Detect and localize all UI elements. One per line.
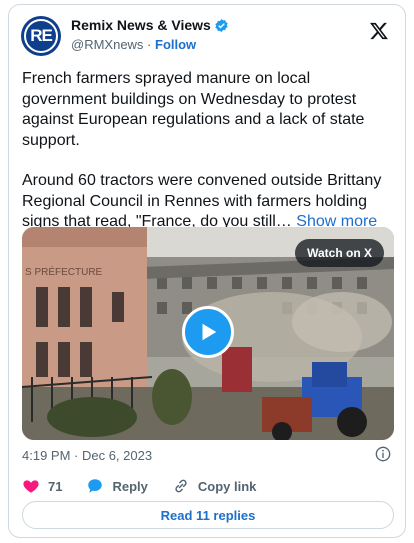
copy-link-label: Copy link [197, 478, 257, 494]
separator-dot: · [143, 37, 155, 52]
tweet-header: RE Remix News & Views @RMXnews · Follow [21, 15, 393, 57]
handle-row: @RMXnews · Follow [71, 37, 229, 52]
avatar[interactable]: RE [21, 16, 61, 56]
play-button[interactable] [182, 306, 234, 358]
display-name-row: Remix News & Views [71, 17, 229, 33]
x-logo-icon[interactable] [369, 21, 389, 41]
author-info: Remix News & Views @RMXnews · Follow [71, 17, 229, 52]
verified-badge-icon [214, 18, 229, 33]
display-name[interactable]: Remix News & Views [71, 17, 211, 33]
read-replies-button[interactable]: Read 11 replies [22, 501, 394, 529]
reply-bubble-icon [88, 479, 103, 493]
tweet-paragraph-2: Around 60 tractors were convened outside… [22, 171, 394, 233]
reply-label: Reply [112, 478, 148, 494]
copy-link-button[interactable]: Copy link [172, 477, 257, 495]
like-button[interactable]: 71 [22, 477, 62, 495]
tweet-card: RE Remix News & Views @RMXnews · Follow … [8, 4, 406, 538]
video-player[interactable]: S PRÉFECTURE Watch on X [22, 227, 394, 440]
avatar-logo: RE [24, 19, 58, 53]
tweet-timestamp[interactable]: 4:19 PM · Dec 6, 2023 [22, 448, 152, 463]
play-icon [202, 323, 217, 341]
info-icon[interactable] [375, 446, 391, 462]
handle[interactable]: @RMXnews [71, 37, 143, 52]
building-sign: S PRÉFECTURE [25, 265, 103, 278]
watch-on-x-button[interactable]: Watch on X [295, 239, 384, 267]
reply-button[interactable]: Reply [86, 477, 148, 495]
heart-icon [23, 480, 39, 493]
tweet-text: French farmers sprayed manure on local g… [22, 69, 394, 233]
link-icon [175, 479, 187, 493]
like-count: 71 [48, 478, 63, 494]
tweet-paragraph-1: French farmers sprayed manure on local g… [22, 70, 365, 149]
action-bar: 71 Reply Copy link [22, 477, 274, 495]
follow-button[interactable]: Follow [155, 37, 196, 52]
